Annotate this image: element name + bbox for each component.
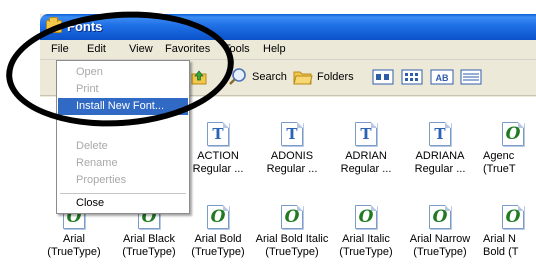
tiles-view-icon (401, 69, 423, 85)
font-name: Agenc (483, 150, 515, 162)
font-type: (TrueType) (191, 246, 245, 258)
svg-text:AB: AB (436, 73, 449, 83)
truetype-font-icon: T (281, 122, 303, 146)
truetype-font-icon: T (429, 122, 451, 146)
menu-separator (60, 193, 186, 194)
font-type: (TrueType) (339, 246, 393, 258)
opentype-font-icon: O (502, 205, 524, 229)
folders-label: Folders (317, 71, 354, 83)
folders-button[interactable]: Folders (293, 66, 354, 88)
font-name: Arial Narrow (409, 233, 471, 245)
font-name: ADRIAN (345, 150, 387, 162)
screenshot-stage: Fonts File Edit View Favorites Tools Hel… (0, 0, 536, 265)
font-name: Arial Italic (342, 233, 390, 245)
thumbnails-view-icon (372, 69, 394, 85)
font-type: Regular ... (414, 163, 466, 175)
font-preview-icon: AB (430, 69, 454, 85)
truetype-font-icon: T (355, 122, 377, 146)
font-type: Regular ... (340, 163, 392, 175)
font-name: Arial N (483, 233, 517, 245)
opentype-font-icon: O (207, 205, 229, 229)
font-name: ADONIS (270, 150, 314, 162)
view-preview-button[interactable]: AB (430, 66, 454, 88)
view-thumbnails-button[interactable] (372, 66, 394, 88)
font-type: (TrueType) (47, 246, 101, 258)
font-type: (TrueT (483, 163, 516, 175)
search-label: Search (252, 71, 287, 83)
search-button[interactable]: Search (228, 66, 287, 88)
font-name: Arial (62, 233, 85, 245)
view-details-button[interactable] (460, 66, 482, 88)
menu-item-properties[interactable]: Properties (58, 172, 188, 189)
truetype-font-icon: T (207, 122, 229, 146)
font-type: (TrueType) (413, 246, 467, 258)
opentype-font-icon: O (281, 205, 303, 229)
menu-item-rename[interactable]: Rename (58, 155, 188, 172)
opentype-font-icon: O (502, 122, 524, 146)
view-tiles-button[interactable] (401, 66, 423, 88)
font-type: (TrueType) (265, 246, 319, 258)
font-name: ADRIANA (415, 150, 465, 162)
font-name: Arial Bold Italic (255, 233, 329, 245)
font-type: Bold (T (483, 246, 519, 258)
folders-icon (293, 71, 313, 85)
opentype-font-icon: O (429, 205, 451, 229)
font-type: Regular ... (266, 163, 318, 175)
menu-item-delete[interactable]: Delete (58, 138, 188, 155)
opentype-font-icon: O (355, 205, 377, 229)
menu-help[interactable]: Help (263, 43, 286, 55)
menu-item-close[interactable]: Close (58, 195, 188, 212)
details-view-icon (460, 69, 482, 85)
